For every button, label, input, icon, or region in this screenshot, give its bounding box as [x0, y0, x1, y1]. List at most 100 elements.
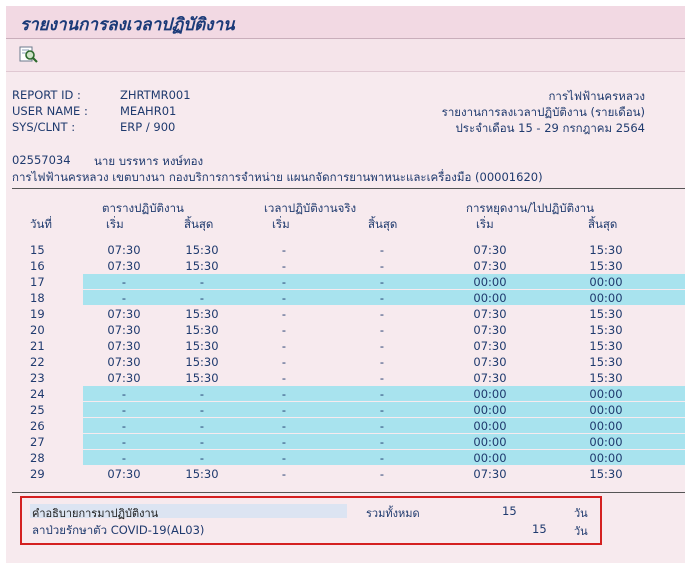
- cell-actual-end: -: [379, 435, 385, 449]
- cell-leave-start: 07:30: [473, 467, 507, 481]
- cell-day: 21: [30, 339, 45, 353]
- cell-leave-end: 15:30: [589, 243, 623, 257]
- cell-leave-start: 00:00: [473, 291, 507, 305]
- cell-leave-start: 00:00: [473, 387, 507, 401]
- cell-schedule-start: 07:30: [107, 339, 141, 353]
- cell-actual-end: -: [379, 323, 385, 337]
- cell-schedule-start: -: [121, 387, 127, 401]
- cell-schedule-start: 07:30: [107, 371, 141, 385]
- cell-day: 22: [30, 355, 45, 369]
- sys-clnt-label: SYS/CLNT :: [12, 120, 76, 134]
- sys-clnt-value: ERP / 900: [120, 120, 176, 134]
- cell-leave-start: 00:00: [473, 275, 507, 289]
- report-period: ประจำเดือน 15 - 29 กรกฎาคม 2564: [455, 121, 645, 135]
- cell-day: 17: [30, 275, 45, 289]
- cell-schedule-start: 07:30: [107, 323, 141, 337]
- cell-schedule-end: -: [199, 451, 205, 465]
- cell-actual-start: -: [281, 275, 287, 289]
- report-id-value: ZHRTMR001: [120, 88, 191, 102]
- cell-day: 26: [30, 419, 45, 433]
- cell-actual-end: -: [379, 467, 385, 481]
- divider-bottom: [12, 492, 685, 493]
- summary-box: คำอธิบายการมาปฏิบัติงาน รวมทั้งหมด 15 วั…: [20, 496, 602, 545]
- cell-schedule-end: 15:30: [185, 259, 219, 273]
- cell-leave-end: 15:30: [589, 339, 623, 353]
- cell-schedule-start: -: [121, 291, 127, 305]
- cell-actual-start: -: [281, 403, 287, 417]
- cell-day: 18: [30, 291, 45, 305]
- cell-schedule-start: 07:30: [107, 307, 141, 321]
- report-window: รายงานการลงเวลาปฏิบัติงาน REPORT ID : ZH…: [6, 6, 685, 563]
- toolbar: [6, 39, 685, 72]
- cell-schedule-end: -: [199, 275, 205, 289]
- cell-leave-end: 00:00: [589, 451, 623, 465]
- cell-leave-end: 00:00: [589, 387, 623, 401]
- cell-leave-end: 15:30: [589, 467, 623, 481]
- summary-heading: คำอธิบายการมาปฏิบัติงาน: [32, 507, 159, 520]
- cell-actual-start: -: [281, 419, 287, 433]
- cell-schedule-start: 07:30: [107, 467, 141, 481]
- cell-schedule-end: 15:30: [185, 323, 219, 337]
- cell-day: 25: [30, 403, 45, 417]
- cell-actual-start: -: [281, 291, 287, 305]
- cell-schedule-end: 15:30: [185, 339, 219, 353]
- cell-actual-end: -: [379, 307, 385, 321]
- cell-schedule-start: -: [121, 435, 127, 449]
- cell-leave-end: 15:30: [589, 355, 623, 369]
- cell-leave-start: 00:00: [473, 419, 507, 433]
- cell-actual-start: -: [281, 323, 287, 337]
- find-button[interactable]: [18, 44, 40, 66]
- cell-day: 24: [30, 387, 45, 401]
- divider-top: [12, 188, 685, 189]
- cell-actual-start: -: [281, 339, 287, 353]
- cell-schedule-start: -: [121, 275, 127, 289]
- col-leave-end: สิ้นสุด: [588, 217, 618, 231]
- col-actual-end: สิ้นสุด: [368, 217, 398, 231]
- cell-leave-start: 00:00: [473, 451, 507, 465]
- cell-leave-end: 15:30: [589, 307, 623, 321]
- user-name-label: USER NAME :: [12, 104, 88, 118]
- summary-item-label: ลาป่วยรักษาตัว COVID-19(AL03): [32, 523, 205, 537]
- cell-actual-end: -: [379, 259, 385, 273]
- cell-actual-start: -: [281, 371, 287, 385]
- cell-schedule-end: 15:30: [185, 307, 219, 321]
- summary-total-unit: วัน: [574, 507, 588, 520]
- col-schedule-end: สิ้นสุด: [184, 217, 214, 231]
- cell-leave-end: 15:30: [589, 259, 623, 273]
- cell-schedule-end: 15:30: [185, 467, 219, 481]
- cell-actual-start: -: [281, 243, 287, 257]
- cell-day: 23: [30, 371, 45, 385]
- cell-leave-start: 07:30: [473, 259, 507, 273]
- summary-item-value: 15: [532, 522, 547, 536]
- cell-day: 16: [30, 259, 45, 273]
- cell-actual-end: -: [379, 451, 385, 465]
- cell-leave-start: 07:30: [473, 339, 507, 353]
- employee-id: 02557034: [12, 153, 71, 167]
- cell-leave-start: 07:30: [473, 371, 507, 385]
- report-content: REPORT ID : ZHRTMR001 USER NAME : MEAHR0…: [6, 72, 685, 563]
- cell-schedule-end: 15:30: [185, 371, 219, 385]
- cell-actual-start: -: [281, 435, 287, 449]
- cell-leave-start: 07:30: [473, 323, 507, 337]
- cell-leave-end: 00:00: [589, 419, 623, 433]
- cell-schedule-start: -: [121, 419, 127, 433]
- cell-schedule-end: -: [199, 419, 205, 433]
- cell-leave-end: 00:00: [589, 435, 623, 449]
- cell-schedule-start: 07:30: [107, 355, 141, 369]
- cell-actual-start: -: [281, 259, 287, 273]
- cell-schedule-end: -: [199, 403, 205, 417]
- cell-actual-end: -: [379, 371, 385, 385]
- cell-leave-start: 07:30: [473, 355, 507, 369]
- col-day: วันที่: [30, 217, 52, 231]
- cell-leave-start: 00:00: [473, 435, 507, 449]
- cell-schedule-end: -: [199, 387, 205, 401]
- summary-total-label: รวมทั้งหมด: [366, 507, 420, 520]
- cell-schedule-start: -: [121, 403, 127, 417]
- cell-actual-end: -: [379, 355, 385, 369]
- cell-day: 20: [30, 323, 45, 337]
- cell-schedule-start: 07:30: [107, 243, 141, 257]
- cell-day: 19: [30, 307, 45, 321]
- user-name-value: MEAHR01: [120, 104, 177, 118]
- cell-actual-start: -: [281, 451, 287, 465]
- cell-schedule-end: 15:30: [185, 355, 219, 369]
